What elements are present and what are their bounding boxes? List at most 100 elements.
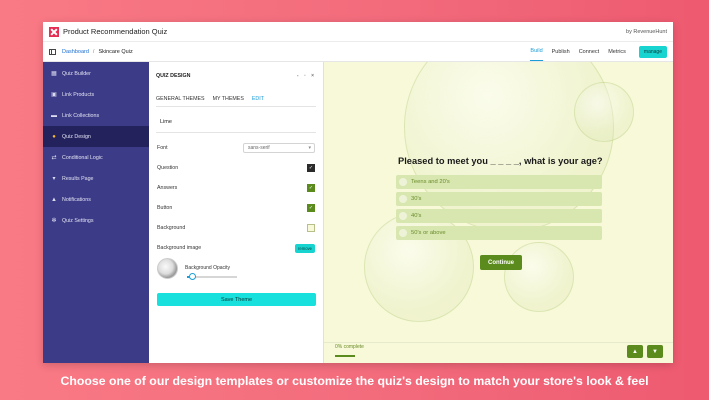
- sidebar-item-quiz-settings[interactable]: ✻ Quiz Settings: [43, 210, 149, 231]
- background-image-thumbnail: [157, 258, 178, 279]
- panel-window-controls[interactable]: - ▫ ×: [297, 73, 316, 79]
- tab-general-themes[interactable]: GENERAL THEMES: [156, 96, 205, 106]
- nav-bar: Dashboard / Skincare Quiz Build Publish …: [43, 42, 673, 62]
- remove-image-button[interactable]: remove: [295, 243, 315, 253]
- tab-connect[interactable]: Connect: [579, 42, 600, 61]
- main-content: ▦ Quiz Builder ▣ Link Products ▬ Link Co…: [43, 62, 673, 363]
- sidebar-item-label: Link Collections: [62, 112, 100, 119]
- continue-button[interactable]: Continue: [480, 255, 522, 270]
- answer-option[interactable]: Teens and 20's: [396, 175, 602, 189]
- opacity-label: Background Opacity: [185, 265, 231, 271]
- button-color-swatch[interactable]: ✓: [307, 204, 315, 212]
- font-select[interactable]: sans-serif: [243, 143, 315, 153]
- answer-label: 50's or above: [411, 230, 446, 236]
- manage-button[interactable]: manage: [638, 45, 667, 58]
- branch-icon: ⇄: [51, 155, 57, 161]
- progress-label: 0% complete: [335, 344, 364, 350]
- answer-option[interactable]: 50's or above: [396, 226, 602, 240]
- divider: [156, 106, 316, 107]
- sidebar-item-label: Notifications: [62, 196, 91, 203]
- sidebar-item-link-products[interactable]: ▣ Link Products: [43, 84, 149, 105]
- answers-color-swatch[interactable]: ✓: [307, 184, 315, 192]
- background-color-label: Background: [157, 225, 186, 231]
- answers-color-row: Answers ✓: [149, 178, 323, 198]
- answer-label: Teens and 20's: [411, 179, 450, 185]
- sidebar-item-label: Quiz Design: [62, 133, 91, 140]
- sidebar-item-notifications[interactable]: ▲ Notifications: [43, 189, 149, 210]
- sidebar-item-label: Link Products: [62, 91, 95, 98]
- quiz-question: Pleased to meet you _ _ _ _, what is you…: [398, 156, 603, 166]
- answers-color-label: Answers: [157, 185, 178, 191]
- sidebar-item-quiz-builder[interactable]: ▦ Quiz Builder: [43, 63, 149, 84]
- tab-build[interactable]: Build: [530, 42, 543, 61]
- font-label: Font: [157, 145, 168, 151]
- sidebar-item-results-page[interactable]: ▾ Results Page: [43, 168, 149, 189]
- sidebar-item-label: Quiz Settings: [62, 217, 94, 224]
- progress-bar: [335, 355, 355, 357]
- previous-question-button[interactable]: ▲: [627, 345, 643, 358]
- answer-list: Teens and 20's 30's 40's 50's or above: [396, 175, 602, 243]
- tab-publish[interactable]: Publish: [552, 42, 570, 61]
- drop-icon: ●: [52, 133, 56, 140]
- button-color-label: Button: [157, 205, 173, 211]
- quiz-design-panel: QUIZ DESIGN - ▫ × GENERAL THEMES MY THEM…: [149, 62, 324, 363]
- theme-name-field[interactable]: Lime: [156, 115, 316, 129]
- quiz-preview: Pleased to meet you _ _ _ _, what is you…: [324, 62, 673, 363]
- panel-header: QUIZ DESIGN - ▫ ×: [149, 62, 323, 90]
- tab-my-themes[interactable]: MY THEMES: [213, 96, 244, 106]
- radio-icon: [399, 178, 407, 186]
- background-color-swatch[interactable]: [307, 224, 315, 232]
- box-icon: ▣: [51, 92, 57, 98]
- font-row: Font sans-serif: [149, 138, 323, 158]
- cart-icon: ▾: [52, 176, 56, 182]
- answer-option[interactable]: 30's: [396, 192, 602, 206]
- answer-label: 30's: [411, 196, 422, 202]
- sidebar-item-conditional-logic[interactable]: ⇄ Conditional Logic: [43, 147, 149, 168]
- sidebar-item-label: Results Page: [62, 175, 94, 182]
- promo-caption: Choose one of our design templates or cu…: [60, 374, 649, 388]
- question-color-row: Question ✓: [149, 158, 323, 178]
- sidebar-item-label: Conditional Logic: [62, 154, 103, 161]
- divider: [156, 132, 316, 133]
- radio-icon: [399, 229, 407, 237]
- app-window: Product Recommendation Quiz by RevenueHu…: [43, 22, 673, 363]
- bell-icon: ▲: [51, 196, 57, 203]
- radio-icon: [399, 195, 407, 203]
- radio-icon: [399, 212, 407, 220]
- background-color-row: Background: [149, 218, 323, 238]
- panel-title: QUIZ DESIGN: [156, 73, 191, 79]
- opacity-slider-thumb[interactable]: [189, 273, 196, 280]
- background-bubble-decoration: [574, 82, 634, 142]
- breadcrumb-current: Skincare Quiz: [98, 48, 133, 55]
- title-bar: Product Recommendation Quiz by RevenueHu…: [43, 22, 673, 42]
- app-logo-icon: [49, 26, 59, 37]
- answer-option[interactable]: 40's: [396, 209, 602, 223]
- sidebar-toggle-icon[interactable]: [49, 48, 56, 55]
- breadcrumb-separator: /: [92, 48, 95, 55]
- gear-icon: ✻: [51, 218, 57, 224]
- grid-icon: ▦: [51, 71, 57, 77]
- background-bubble-decoration: [504, 242, 574, 312]
- theme-tabs: GENERAL THEMES MY THEMES EDIT: [149, 90, 323, 106]
- sidebar-item-quiz-design[interactable]: ● Quiz Design: [43, 126, 149, 147]
- background-image-label: Background image: [157, 245, 202, 251]
- breadcrumb-dashboard[interactable]: Dashboard: [62, 49, 89, 55]
- app-title: Product Recommendation Quiz: [63, 27, 168, 36]
- next-question-button[interactable]: ▼: [647, 345, 663, 358]
- sidebar-item-label: Quiz Builder: [62, 70, 91, 77]
- byline: by RevenueHunt: [626, 28, 667, 35]
- sidebar-item-link-collections[interactable]: ▬ Link Collections: [43, 105, 149, 126]
- answer-label: 40's: [411, 213, 422, 219]
- divider: [324, 342, 673, 343]
- tab-edit[interactable]: EDIT: [252, 96, 264, 106]
- question-color-swatch[interactable]: ✓: [307, 164, 315, 172]
- tab-metrics[interactable]: Metrics: [608, 42, 626, 61]
- nav-tabs: Build Publish Connect Metrics manage: [530, 42, 667, 61]
- button-color-row: Button ✓: [149, 198, 323, 218]
- opacity-slider[interactable]: [187, 273, 237, 280]
- background-image-row: Background image remove: [149, 238, 323, 258]
- question-color-label: Question: [157, 165, 179, 171]
- save-theme-button[interactable]: Save Theme: [157, 293, 316, 306]
- folder-icon: ▬: [51, 112, 57, 119]
- sidebar: ▦ Quiz Builder ▣ Link Products ▬ Link Co…: [43, 62, 149, 363]
